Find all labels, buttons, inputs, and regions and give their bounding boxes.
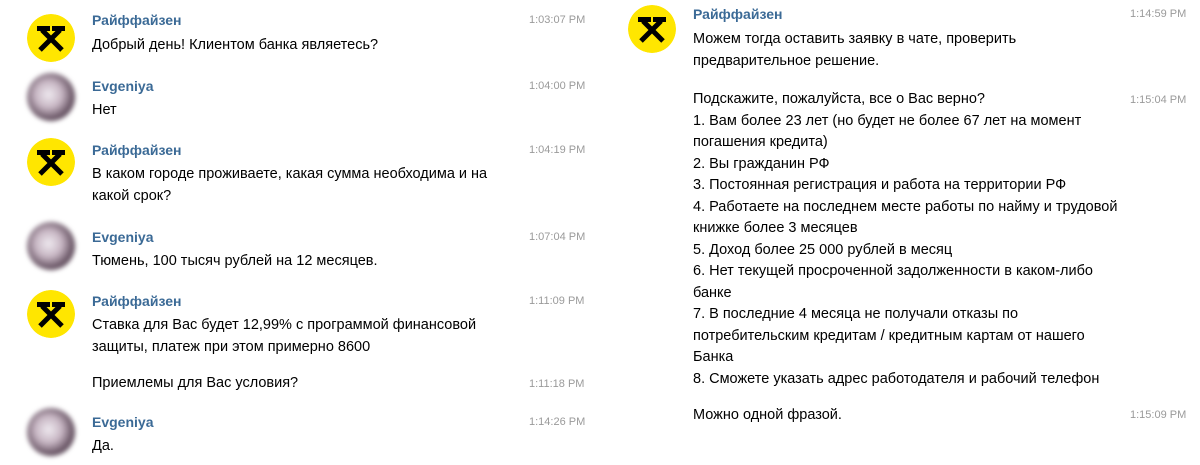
message-sender[interactable]: Райффайзен — [92, 142, 181, 158]
message-sender[interactable]: Evgeniya — [92, 414, 153, 430]
message-timestamp: 1:04:19 PM — [529, 144, 586, 156]
message-timestamp: 1:04:00 PM — [529, 80, 586, 92]
raiffeisen-logo-avatar[interactable] — [27, 290, 75, 338]
message-sender[interactable]: Райффайзен — [693, 6, 782, 22]
raiffeisen-logo-avatar[interactable] — [628, 5, 676, 53]
raiffeisen-logo-avatar[interactable] — [27, 14, 75, 62]
raiffeisen-logo-icon — [27, 138, 75, 186]
message-text: Приемлемы для Вас условия? — [92, 375, 299, 391]
raiffeisen-logo-icon — [27, 290, 75, 338]
message-text: Можно одной фразой. — [693, 407, 842, 423]
message-text: Нет — [92, 102, 117, 118]
message-sender[interactable]: Evgeniya — [92, 78, 153, 94]
message-text: Можем тогда оставить заявку в чате, пров… — [693, 31, 1017, 69]
message-timestamp: 1:14:59 PM — [1130, 8, 1187, 20]
message-timestamp: 1:11:09 PM — [529, 295, 585, 307]
message-sender[interactable]: Райффайзен — [92, 293, 181, 309]
message-timestamp: 1:15:04 PM — [1130, 94, 1187, 106]
message-text: Подскажите, пожалуйста, все о Вас верно?… — [693, 91, 1118, 387]
message-sender[interactable]: Райффайзен — [92, 12, 181, 28]
message-text: Да. — [92, 438, 114, 454]
raiffeisen-logo-avatar[interactable] — [27, 138, 75, 186]
message-sender[interactable]: Evgeniya — [92, 229, 153, 245]
raiffeisen-logo-icon — [628, 5, 676, 53]
message-timestamp: 1:14:26 PM — [529, 416, 586, 428]
message-text: В каком городе проживаете, какая сумма н… — [92, 166, 488, 204]
message-timestamp: 1:11:18 PM — [529, 378, 585, 390]
message-timestamp: 1:15:09 PM — [1130, 409, 1187, 421]
message-text: Добрый день! Клиентом банка являетесь? — [92, 37, 379, 53]
message-timestamp: 1:07:04 PM — [529, 231, 586, 243]
message-text: Ставка для Вас будет 12,99% с программой… — [92, 317, 477, 355]
user-avatar[interactable] — [27, 73, 75, 121]
raiffeisen-logo-icon — [27, 14, 75, 62]
user-avatar[interactable] — [27, 408, 75, 456]
user-avatar[interactable] — [27, 222, 75, 270]
message-timestamp: 1:03:07 PM — [529, 14, 586, 26]
message-text: Тюмень, 100 тысяч рублей на 12 месяцев. — [92, 253, 378, 269]
